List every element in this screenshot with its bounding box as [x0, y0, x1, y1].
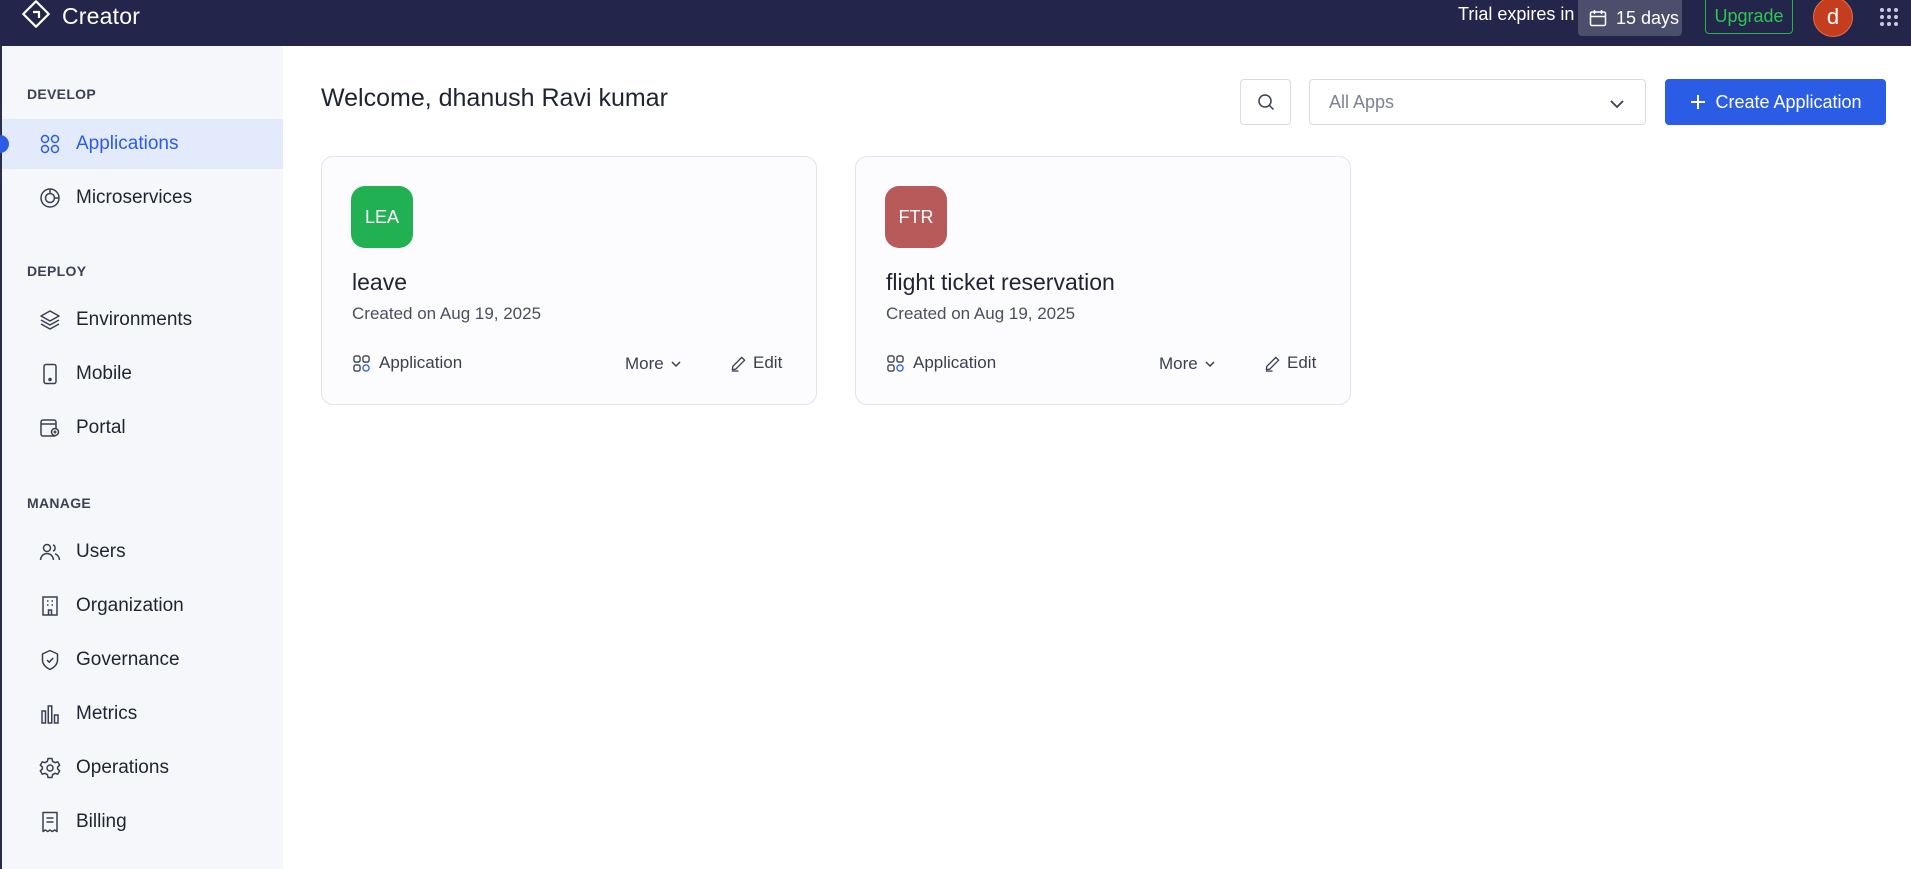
pencil-icon	[1265, 356, 1280, 372]
edit-button[interactable]: Edit	[1264, 353, 1316, 373]
sidebar-item-label: Billing	[76, 811, 127, 832]
gear-icon	[39, 757, 61, 779]
sidebar-item-governance[interactable]: Governance	[2, 635, 283, 685]
app-filter-value: All Apps	[1329, 91, 1395, 112]
sidebar-item-organization[interactable]: Organization	[2, 581, 283, 631]
brand-name: Creator	[62, 2, 141, 29]
sidebar-item-metrics[interactable]: Metrics	[2, 689, 283, 739]
receipt-icon	[42, 811, 58, 833]
app-title[interactable]: leave	[352, 269, 407, 296]
sidebar-item-label: Applications	[76, 133, 179, 154]
avatar[interactable]: d	[1813, 0, 1853, 37]
app-created-date: Created on Aug 19, 2025	[886, 304, 1076, 323]
top-bar: Creator Trial expires in 15 days Upgrade…	[0, 0, 1911, 46]
users-icon	[39, 543, 61, 561]
chevron-down-icon	[1610, 100, 1624, 109]
sidebar-item-label: Users	[76, 541, 126, 562]
app-filter-select[interactable]: All Apps	[1309, 79, 1646, 125]
sidebar-item-label: Environments	[76, 309, 193, 330]
plus-icon	[1691, 95, 1706, 109]
sidebar-item-label: Operations	[76, 757, 169, 778]
more-menu-button[interactable]: More	[1159, 354, 1216, 374]
edit-label: Edit	[753, 353, 783, 372]
brand[interactable]: Creator	[20, 0, 140, 32]
building-icon	[42, 596, 58, 616]
sidebar-item-label: Organization	[76, 595, 184, 616]
page-title: Welcome, dhanush Ravi kumar	[321, 84, 668, 112]
trial-days-badge[interactable]: 15 days	[1578, 0, 1682, 36]
app-type: Application	[886, 353, 996, 373]
apps-icon	[40, 134, 60, 154]
create-application-label: Create Application	[1715, 91, 1862, 112]
section-title-deploy: DEPLOY	[27, 263, 87, 279]
sidebar-item-applications[interactable]: Applications	[0, 119, 283, 169]
sidebar-item-label: Governance	[76, 649, 180, 670]
calendar-icon	[1589, 10, 1607, 27]
app-type-label: Application	[379, 353, 463, 372]
microservices-icon	[40, 188, 60, 208]
sidebar-item-label: Metrics	[76, 703, 138, 724]
trial-label: Trial expires in	[1458, 4, 1575, 24]
app-initials-badge: FTR	[885, 186, 947, 248]
sidebar-item-label: Portal	[76, 417, 126, 438]
pencil-icon	[731, 356, 746, 372]
sidebar-item-label: Mobile	[76, 363, 132, 384]
trial-days: 15 days	[1616, 7, 1680, 28]
bar-chart-icon	[41, 705, 59, 724]
sidebar-item-operations[interactable]: Operations	[2, 743, 283, 793]
edit-label: Edit	[1287, 353, 1317, 372]
section-title-manage: MANAGE	[27, 495, 92, 511]
app-initials-badge: LEA	[351, 186, 413, 248]
sidebar-item-mobile[interactable]: Mobile	[2, 349, 283, 399]
app-created-date: Created on Aug 19, 2025	[352, 304, 542, 323]
mobile-icon	[43, 363, 57, 385]
sidebar-item-microservices[interactable]: Microservices	[2, 173, 283, 223]
apps-icon	[353, 354, 370, 372]
search-button[interactable]	[1240, 79, 1291, 125]
shield-icon	[41, 649, 59, 671]
search-icon	[1257, 94, 1274, 111]
apps-icon	[887, 354, 904, 372]
upgrade-button[interactable]: Upgrade	[1705, 0, 1793, 34]
active-indicator	[0, 135, 9, 153]
more-label: More	[1159, 354, 1198, 373]
section-title-develop: DEVELOP	[27, 86, 97, 102]
app-type-label: Application	[913, 353, 997, 372]
app-card-flight-ticket-reservation[interactable]: FTR flight ticket reservation Created on…	[855, 156, 1351, 405]
more-label: More	[625, 354, 664, 373]
chevron-down-icon	[671, 361, 681, 368]
creator-logo-icon	[22, 0, 50, 28]
chevron-down-icon	[1205, 361, 1215, 368]
portal-icon	[40, 419, 60, 437]
create-application-button[interactable]: Create Application	[1665, 79, 1886, 125]
sidebar-item-users[interactable]: Users	[2, 527, 283, 577]
app-card-leave[interactable]: LEA leave Created on Aug 19, 2025 Applic…	[321, 156, 817, 405]
sidebar-item-label: Microservices	[76, 187, 193, 208]
edit-button[interactable]: Edit	[730, 353, 782, 373]
more-menu-button[interactable]: More	[625, 354, 682, 374]
sidebar: DEVELOP Applications Microservices DEPLO…	[0, 46, 283, 869]
layers-icon	[40, 310, 60, 330]
app-type: Application	[352, 353, 462, 373]
app-title[interactable]: flight ticket reservation	[886, 269, 1115, 296]
sidebar-item-billing[interactable]: Billing	[2, 797, 283, 847]
app-launcher-icon[interactable]	[1878, 6, 1900, 28]
sidebar-item-environments[interactable]: Environments	[2, 295, 283, 345]
sidebar-item-portal[interactable]: Portal	[2, 403, 283, 453]
